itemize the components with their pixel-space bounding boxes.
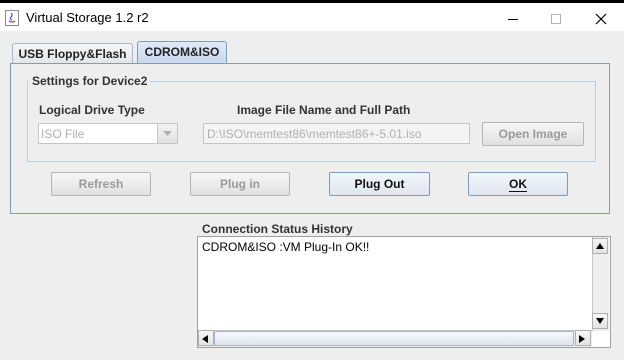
image-path-label: Image File Name and Full Path <box>237 103 411 117</box>
arrow-down-icon <box>596 318 604 324</box>
drive-type-select[interactable]: ISO File <box>38 123 178 144</box>
close-button[interactable] <box>578 6 624 32</box>
maximize-button[interactable] <box>533 6 579 32</box>
drive-type-dropdown-button[interactable] <box>157 124 177 143</box>
window-title: Virtual Storage 1.2 r2 <box>26 10 149 25</box>
drive-type-label: Logical Drive Type <box>39 103 145 117</box>
scroll-right-button[interactable] <box>575 330 591 346</box>
minimize-icon <box>508 19 518 20</box>
ok-button-label: OK <box>509 177 527 192</box>
scroll-down-button[interactable] <box>592 313 608 329</box>
history-title: Connection Status History <box>199 222 356 236</box>
plug-in-button[interactable]: Plug in <box>190 172 290 196</box>
title-bar: Virtual Storage 1.2 r2 <box>0 3 624 31</box>
java-app-icon <box>5 10 19 26</box>
plug-out-button[interactable]: Plug Out <box>329 172 430 196</box>
arrow-up-icon <box>596 243 604 249</box>
ok-button[interactable]: OK <box>468 172 568 196</box>
minimize-button[interactable] <box>490 6 536 32</box>
horizontal-scroll-thumb[interactable] <box>214 331 574 346</box>
open-image-button[interactable]: Open Image <box>482 122 584 146</box>
chevron-down-icon <box>163 131 172 136</box>
maximize-icon <box>551 14 561 24</box>
image-path-field[interactable]: D:\ISO\memtest86\memtest86+-5.01.iso <box>203 123 470 144</box>
arrow-left-icon <box>202 335 208 343</box>
arrow-right-icon <box>579 335 585 343</box>
tab-cdrom-iso[interactable]: CDROM&ISO <box>137 41 227 64</box>
history-line: CDROM&ISO :VM Plug-In OK!! <box>202 240 370 254</box>
image-path-value: D:\ISO\memtest86\memtest86+-5.01.iso <box>207 127 422 141</box>
refresh-button[interactable]: Refresh <box>51 172 151 196</box>
close-icon <box>595 13 607 25</box>
drive-type-value: ISO File <box>41 127 85 141</box>
scroll-left-button[interactable] <box>198 330 214 346</box>
tab-usb-floppy-flash[interactable]: USB Floppy&Flash <box>12 43 133 64</box>
scroll-up-button[interactable] <box>592 238 608 254</box>
settings-group-title: Settings for Device2 <box>29 74 151 88</box>
